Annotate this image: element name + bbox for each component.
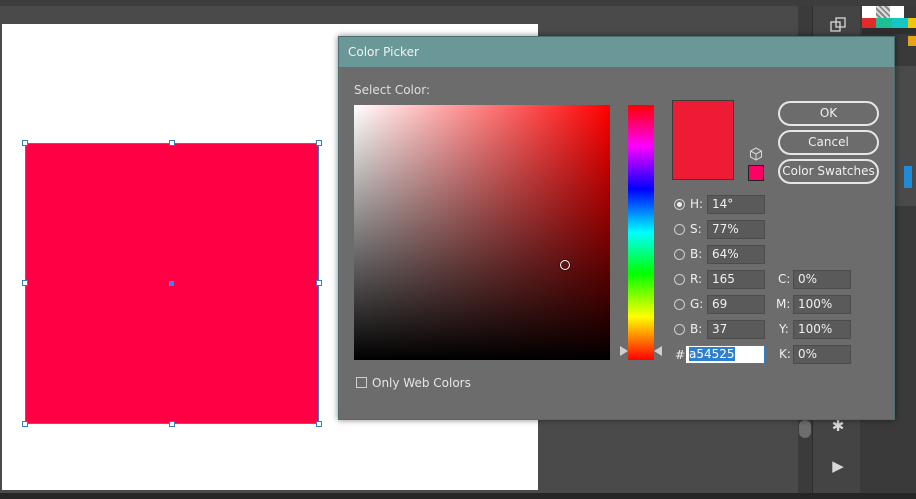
swatch-orange[interactable] bbox=[908, 36, 916, 46]
green-label: G: bbox=[690, 297, 704, 311]
status-bar bbox=[0, 493, 916, 499]
hue-radio[interactable] bbox=[674, 199, 685, 210]
cube-icon[interactable] bbox=[749, 147, 763, 161]
swatch-white[interactable] bbox=[890, 6, 904, 18]
hue-slider-arrow-right[interactable] bbox=[654, 346, 662, 356]
swatch-red[interactable] bbox=[862, 18, 876, 28]
hue-slider[interactable] bbox=[628, 105, 654, 360]
hue-slider-arrow-left[interactable] bbox=[620, 346, 628, 356]
only-web-colors-label[interactable]: Only Web Colors bbox=[372, 376, 471, 390]
saturation-radio[interactable] bbox=[674, 224, 685, 235]
swatch-dark[interactable] bbox=[862, 28, 916, 34]
selection-handle-middle-right[interactable] bbox=[316, 280, 322, 286]
saturation-field[interactable]: 77% bbox=[707, 220, 765, 239]
dialog-titlebar[interactable]: Color Picker bbox=[339, 37, 894, 67]
magenta-label: M: bbox=[776, 297, 791, 311]
black-field[interactable]: 0% bbox=[793, 345, 851, 364]
new-color-preview bbox=[672, 100, 734, 180]
transform-icon[interactable] bbox=[827, 16, 849, 36]
yellow-field[interactable]: 100% bbox=[793, 320, 851, 339]
web-safe-color-swatch[interactable] bbox=[748, 165, 764, 181]
hue-label: H: bbox=[690, 197, 704, 211]
red-radio[interactable] bbox=[674, 274, 685, 285]
selection-handle-top-right[interactable] bbox=[316, 140, 322, 146]
only-web-colors-checkbox[interactable] bbox=[356, 377, 367, 388]
center-point bbox=[169, 281, 174, 286]
color-field[interactable] bbox=[354, 105, 610, 360]
selection-handle-top-center[interactable] bbox=[169, 140, 175, 146]
cyan-label: C: bbox=[778, 272, 791, 286]
blue-label: B: bbox=[690, 322, 703, 336]
dialog-title: Color Picker bbox=[348, 45, 419, 59]
green-field[interactable]: 69 bbox=[707, 295, 765, 314]
selection-handle-bottom-left[interactable] bbox=[22, 421, 28, 427]
magenta-field[interactable]: 100% bbox=[793, 295, 851, 314]
swatch-teal[interactable] bbox=[876, 18, 892, 28]
ok-button[interactable]: OK bbox=[778, 101, 879, 126]
cyan-field[interactable]: 0% bbox=[793, 270, 851, 289]
hue-field[interactable]: 14° bbox=[707, 195, 765, 214]
black-label: K: bbox=[779, 347, 791, 361]
red-field[interactable]: 165 bbox=[707, 270, 765, 289]
swatch-white[interactable] bbox=[862, 6, 876, 18]
select-color-label: Select Color: bbox=[354, 83, 430, 97]
color-picker-dialog: Color Picker Select Color: OK Cancel Col… bbox=[338, 36, 895, 420]
color-swatches-button[interactable]: Color Swatches bbox=[778, 159, 879, 184]
scrollbar-thumb[interactable] bbox=[799, 420, 811, 438]
cancel-button[interactable]: Cancel bbox=[778, 130, 879, 155]
hex-field[interactable]: a54525 bbox=[685, 345, 765, 364]
play-icon[interactable]: ▶ bbox=[827, 456, 849, 476]
brightness-radio[interactable] bbox=[674, 249, 685, 260]
selection-handle-bottom-right[interactable] bbox=[316, 421, 322, 427]
yellow-label: Y: bbox=[779, 322, 789, 336]
blue-radio[interactable] bbox=[674, 324, 685, 335]
selection-handle-middle-left[interactable] bbox=[22, 280, 28, 286]
blue-field[interactable]: 37 bbox=[707, 320, 765, 339]
brightness-label: B: bbox=[690, 247, 703, 261]
swatch-pattern[interactable] bbox=[876, 6, 890, 18]
saturation-label: S: bbox=[690, 222, 702, 236]
hex-value: a54525 bbox=[689, 347, 735, 361]
hex-symbol: # bbox=[675, 348, 686, 362]
selection-handle-top-left[interactable] bbox=[22, 140, 28, 146]
swatch-yellow[interactable] bbox=[908, 18, 916, 28]
color-field-cursor[interactable] bbox=[560, 260, 570, 270]
selection-handle-bottom-center[interactable] bbox=[169, 421, 175, 427]
red-label: R: bbox=[690, 272, 703, 286]
green-radio[interactable] bbox=[674, 299, 685, 310]
swatch-blue[interactable] bbox=[904, 166, 912, 188]
swatch-cyan[interactable] bbox=[892, 18, 908, 28]
brightness-field[interactable]: 64% bbox=[707, 245, 765, 264]
